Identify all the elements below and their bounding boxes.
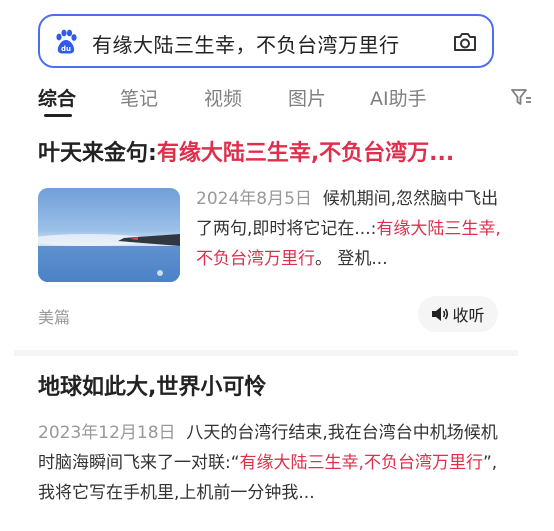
tab-ai-assistant[interactable]: AI助手 xyxy=(370,84,427,111)
speaker-icon xyxy=(432,307,449,321)
tab-videos[interactable]: 视频 xyxy=(204,84,242,111)
search-tabs: 综合 笔记 视频 图片 AI助手 xyxy=(38,80,531,117)
svg-text:du: du xyxy=(61,45,71,53)
result-title[interactable]: 叶天来金句:有缘大陆三生幸,不负台湾万... xyxy=(38,138,508,170)
result-source[interactable]: 美篇 xyxy=(38,304,70,328)
tab-notes[interactable]: 笔记 xyxy=(120,84,158,111)
search-result[interactable]: 地球如此大,世界小可怜 2023年12月18日 八天的台湾行结束,我在台湾台中机… xyxy=(38,372,508,503)
camera-icon[interactable] xyxy=(452,30,478,54)
result-snippet: 2024年8月5日 候机期间,忽然脑中飞出了两句,即时将它记在...:有缘大陆三… xyxy=(196,189,501,269)
filter-icon[interactable] xyxy=(510,86,532,108)
tab-all[interactable]: 综合 xyxy=(38,84,76,111)
tab-images[interactable]: 图片 xyxy=(288,84,326,111)
result-title[interactable]: 地球如此大,世界小可怜 xyxy=(38,372,508,404)
baidu-paw-icon: du xyxy=(56,29,77,54)
result-snippet: 2023年12月18日 八天的台湾行结束,我在台湾台中机场候机时脑海瞬间飞来了一… xyxy=(38,423,498,503)
listen-button[interactable]: 收听 xyxy=(418,296,498,332)
listen-label: 收听 xyxy=(452,306,485,325)
search-input[interactable]: 有缘大陆三生幸，不负台湾万里行 xyxy=(92,29,400,58)
airplane-window-image xyxy=(38,188,180,282)
result-divider xyxy=(14,350,518,356)
search-box[interactable]: du 有缘大陆三生幸，不负台湾万里行 xyxy=(38,14,494,68)
active-tab-indicator xyxy=(44,114,72,117)
result-thumbnail[interactable] xyxy=(38,188,180,282)
search-result[interactable]: 叶天来金句:有缘大陆三生幸,不负台湾万... 2024年8月5日 候机期间,忽然… xyxy=(38,138,508,332)
